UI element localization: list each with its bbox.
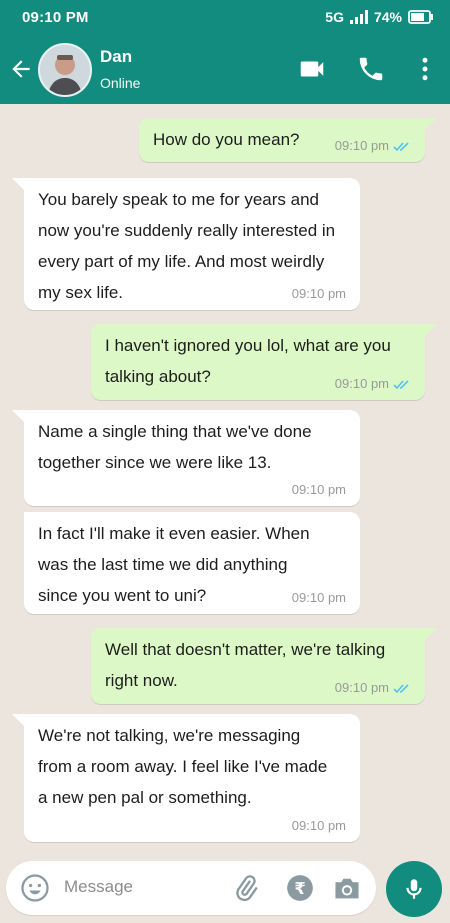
message-bubble-incoming[interactable]: In fact I'll make it even easier. When w… — [24, 512, 360, 614]
message-input[interactable]: Message ₹ — [6, 861, 376, 915]
message-time: 09:10 pm — [291, 286, 346, 301]
status-time: 09:10 PM — [22, 9, 89, 26]
video-call-icon[interactable] — [297, 54, 327, 84]
microphone-icon — [406, 879, 422, 899]
message-bubble-incoming[interactable]: Name a single thing that we've done toge… — [12, 410, 360, 506]
message-bubble-outgoing[interactable]: How do you mean? 09:10 pm — [139, 118, 437, 162]
contact-name[interactable]: Dan — [100, 47, 132, 67]
composer-bar: Message ₹ — [0, 855, 450, 923]
back-arrow-icon[interactable] — [8, 56, 34, 82]
message-time: 09:10 pm — [291, 590, 346, 605]
phone-icon[interactable] — [356, 54, 386, 84]
message-time: 09:10 pm — [291, 482, 346, 497]
message-bubble-outgoing[interactable]: Well that doesn't matter, we're talking … — [91, 628, 437, 704]
read-ticks-icon — [393, 379, 409, 389]
camera-icon[interactable] — [332, 874, 362, 902]
emoji-icon[interactable] — [20, 873, 50, 903]
avatar[interactable] — [38, 43, 92, 97]
message-bubble-incoming[interactable]: You barely speak to me for years and now… — [12, 178, 360, 310]
message-time: 09:10 pm — [334, 680, 389, 695]
message-time: 09:10 pm — [291, 818, 346, 833]
more-options-icon[interactable] — [410, 54, 440, 84]
message-text: We're not talking, we're messaging from … — [38, 726, 328, 807]
message-bubble-outgoing[interactable]: I haven't ignored you lol, what are you … — [91, 324, 437, 400]
message-time: 09:10 pm — [334, 138, 389, 153]
payment-rupee-icon[interactable]: ₹ — [286, 874, 314, 902]
battery-icon — [408, 10, 433, 24]
message-bubble-incoming[interactable]: We're not talking, we're messaging from … — [12, 714, 360, 842]
voice-message-button[interactable] — [386, 861, 442, 917]
avatar-photo — [40, 45, 90, 95]
contact-status: Online — [100, 75, 141, 91]
chat-header: Dan Online — [0, 34, 450, 104]
message-time: 09:10 pm — [334, 376, 389, 391]
battery-label: 74% — [373, 9, 402, 25]
svg-text:₹: ₹ — [294, 879, 305, 898]
message-input-placeholder: Message — [64, 877, 133, 896]
status-bar: 09:10 PM 5G 74% — [0, 0, 450, 34]
message-text: Name a single thing that we've done toge… — [38, 422, 312, 472]
read-ticks-icon — [393, 141, 409, 151]
read-ticks-icon — [393, 683, 409, 693]
signal-icon — [349, 10, 368, 24]
network-label: 5G — [325, 9, 344, 25]
message-list[interactable]: How do you mean? 09:10 pm You barely spe… — [0, 104, 450, 855]
attach-icon[interactable] — [232, 874, 260, 902]
